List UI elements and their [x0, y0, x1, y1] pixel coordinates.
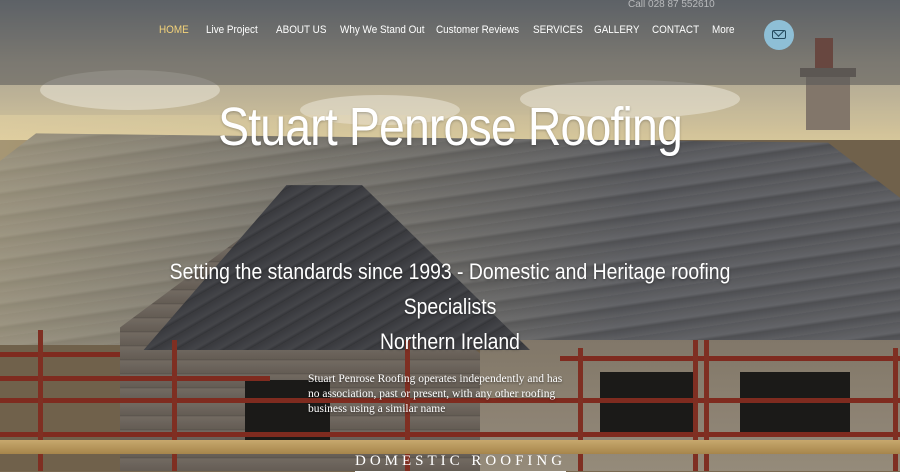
nav-customer-reviews[interactable]: Customer Reviews: [436, 24, 519, 36]
contact-mail-button[interactable]: [764, 20, 794, 50]
site-header: Call 028 87 552610 HOME Live Project ABOUT…: [0, 0, 900, 85]
tagline-line-1: Setting the standards since 1993 - Domes…: [169, 259, 731, 284]
nav-services[interactable]: SERVICES: [533, 24, 583, 36]
mail-icon: [772, 30, 786, 39]
domestic-roofing-link[interactable]: DOMESTIC ROOFING: [355, 453, 567, 472]
nav-about-us[interactable]: ABOUT US: [276, 24, 326, 36]
nav-why-we-stand-out[interactable]: Why We Stand Out: [340, 24, 425, 36]
site-title: Stuart Penrose Roofing: [218, 97, 683, 157]
tagline-line-3: Northern Ireland: [380, 329, 520, 354]
nav-gallery[interactable]: GALLERY: [594, 24, 640, 36]
tagline-line-2: Specialists: [403, 294, 497, 319]
phone-number: Call 028 87 552610: [628, 0, 715, 10]
nav-home[interactable]: HOME: [159, 24, 189, 36]
independence-disclaimer: Stuart Penrose Roofing operates independ…: [308, 373, 563, 415]
nav-more[interactable]: More: [712, 24, 735, 36]
nav-live-project[interactable]: Live Project: [206, 24, 258, 36]
nav-contact[interactable]: CONTACT: [652, 24, 699, 36]
